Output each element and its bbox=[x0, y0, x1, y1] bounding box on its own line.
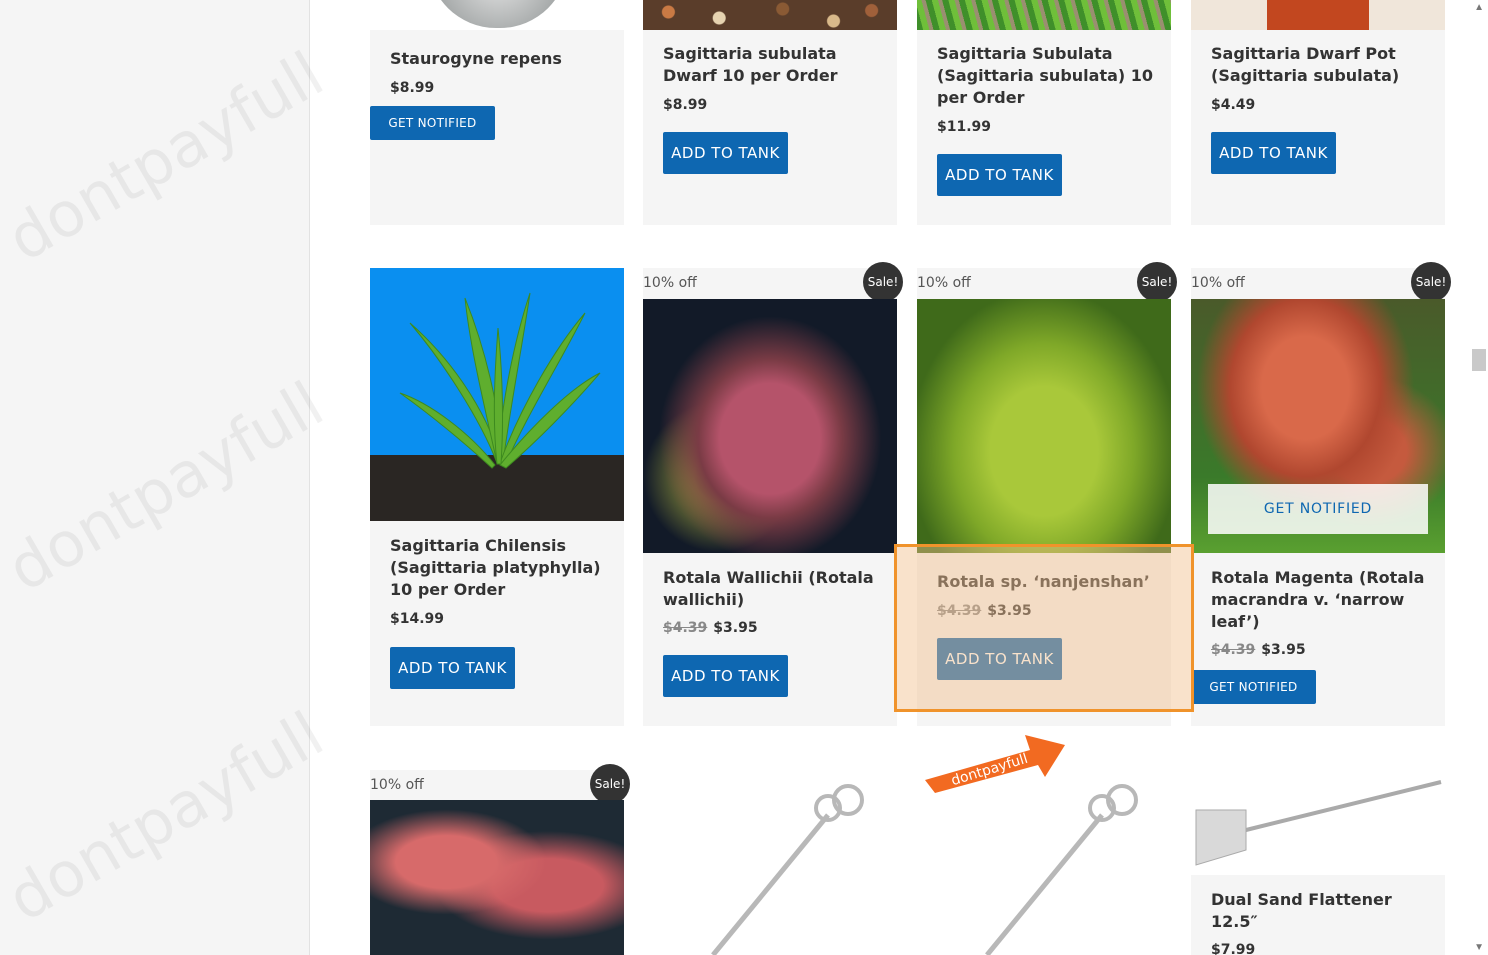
product-card: 10% off Sale! GET NOTIFIED Rotala Magent… bbox=[1191, 262, 1451, 726]
product-card: 10% off Sale! Rotala Wallichii (Rotala w… bbox=[643, 262, 903, 726]
get-notified-button[interactable]: GET NOTIFIED bbox=[1191, 670, 1316, 704]
product-price: $14.99 bbox=[390, 611, 445, 627]
product-price: $4.39 $3.95 bbox=[1211, 642, 1306, 658]
product-card: Sagittaria Chilensis (Sagittaria platyph… bbox=[370, 268, 624, 726]
product-card bbox=[643, 770, 897, 955]
get-notified-button[interactable]: GET NOTIFIED bbox=[370, 106, 495, 140]
scrollbar[interactable]: ▲ ▼ bbox=[1470, 0, 1488, 955]
scroll-thumb[interactable] bbox=[1472, 349, 1486, 371]
highlight-box bbox=[894, 544, 1194, 712]
product-price: $7.99 bbox=[1211, 942, 1256, 955]
product-title[interactable]: Rotala Wallichii (Rotala wallichii) bbox=[663, 567, 887, 611]
old-price: $4.39 bbox=[663, 620, 708, 636]
sale-badge: Sale! bbox=[590, 764, 630, 804]
scroll-up-icon[interactable]: ▲ bbox=[1474, 2, 1484, 13]
sidebar bbox=[0, 0, 310, 955]
product-price: $8.99 bbox=[390, 80, 435, 96]
product-image[interactable] bbox=[370, 268, 624, 521]
plant-illustration bbox=[399, 292, 601, 469]
product-title[interactable]: Rotala Magenta (Rotala macrandra v. ‘nar… bbox=[1211, 567, 1435, 633]
add-to-tank-button[interactable]: ADD TO TANK bbox=[663, 655, 788, 697]
product-image[interactable]: GET NOTIFIED bbox=[1191, 299, 1445, 553]
sale-price: $3.95 bbox=[713, 620, 758, 636]
old-price: $4.39 bbox=[1211, 642, 1256, 658]
product-title[interactable]: Sagittaria subulata Dwarf 10 per Order bbox=[663, 43, 887, 87]
product-title[interactable]: Dual Sand Flattener 12.5″ bbox=[1211, 889, 1435, 933]
sand-flattener-image[interactable] bbox=[1191, 770, 1445, 875]
product-image[interactable] bbox=[1191, 0, 1445, 30]
product-title[interactable]: Sagittaria Chilensis (Sagittaria platyph… bbox=[390, 535, 614, 601]
product-card: 10% off Sale! bbox=[370, 764, 630, 955]
scissors-image[interactable] bbox=[917, 770, 1171, 955]
discount-label: 10% off bbox=[1191, 275, 1245, 291]
get-notified-overlay[interactable]: GET NOTIFIED bbox=[1208, 484, 1428, 534]
product-price: $8.99 bbox=[663, 97, 708, 113]
add-to-tank-button[interactable]: ADD TO TANK bbox=[390, 647, 515, 689]
sale-badge: Sale! bbox=[1411, 262, 1451, 302]
product-card: Sagittaria subulata Dwarf 10 per Order $… bbox=[643, 0, 897, 225]
product-image[interactable] bbox=[370, 800, 624, 955]
product-price: $4.49 bbox=[1211, 97, 1256, 113]
product-title[interactable]: Sagittaria Dwarf Pot (Sagittaria subulat… bbox=[1211, 43, 1435, 87]
add-to-tank-button[interactable]: ADD TO TANK bbox=[937, 154, 1062, 196]
product-title[interactable]: Staurogyne repens bbox=[390, 48, 614, 70]
discount-label: 10% off bbox=[370, 777, 424, 793]
product-image[interactable] bbox=[643, 0, 897, 30]
sale-badge: Sale! bbox=[863, 262, 903, 302]
product-image[interactable] bbox=[917, 299, 1171, 553]
product-card bbox=[917, 770, 1171, 955]
add-to-tank-button[interactable]: ADD TO TANK bbox=[663, 132, 788, 174]
discount-label: 10% off bbox=[917, 275, 971, 291]
product-card: Sagittaria Dwarf Pot (Sagittaria subulat… bbox=[1191, 0, 1445, 225]
add-to-tank-button[interactable]: ADD TO TANK bbox=[1211, 132, 1336, 174]
product-card: Dual Sand Flattener 12.5″ $7.99 bbox=[1191, 770, 1445, 955]
scroll-down-icon[interactable]: ▼ bbox=[1474, 942, 1484, 953]
product-image[interactable] bbox=[643, 299, 897, 553]
product-card: Staurogyne repens $8.99 GET NOTIFIED bbox=[370, 0, 624, 225]
scissors-image[interactable] bbox=[643, 770, 897, 955]
product-card: Sagittaria Subulata (Sagittaria subulata… bbox=[917, 0, 1171, 225]
product-price: $11.99 bbox=[937, 119, 992, 135]
sale-badge: Sale! bbox=[1137, 262, 1177, 302]
product-price: $4.39 $3.95 bbox=[663, 620, 758, 636]
sale-price: $3.95 bbox=[1261, 642, 1306, 658]
product-image[interactable] bbox=[917, 0, 1171, 30]
product-title[interactable]: Sagittaria Subulata (Sagittaria subulata… bbox=[937, 43, 1161, 109]
discount-label: 10% off bbox=[643, 275, 697, 291]
product-image[interactable] bbox=[370, 0, 624, 30]
